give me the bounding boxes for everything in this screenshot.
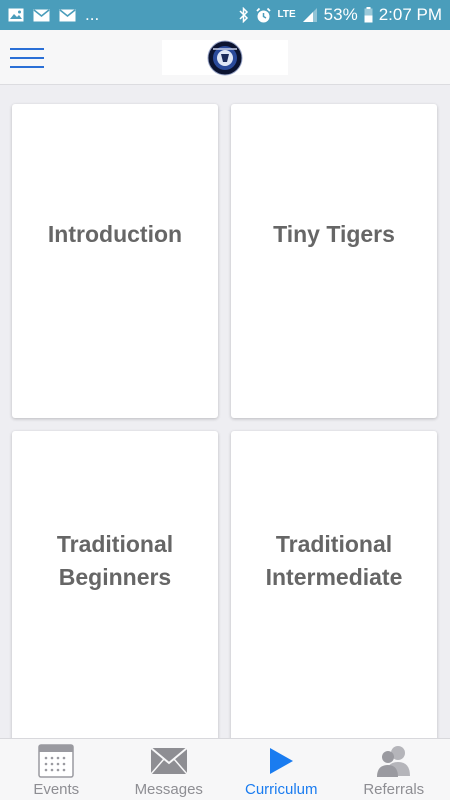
- bottom-tab-bar: Events Messages Curriculum Referrals: [0, 738, 450, 800]
- battery-percent: 53%: [323, 5, 358, 24]
- school-logo: [162, 40, 288, 75]
- tab-label: Messages: [134, 781, 203, 798]
- network-type: LTE: [278, 10, 296, 20]
- play-icon: [268, 743, 294, 779]
- network-label: LTE: [277, 9, 296, 20]
- card-label: Introduction: [47, 221, 183, 247]
- battery-icon: [364, 7, 373, 23]
- tab-referrals[interactable]: Referrals: [338, 739, 450, 800]
- hamburger-menu-icon[interactable]: [10, 44, 44, 70]
- tab-curriculum[interactable]: Curriculum: [225, 739, 338, 800]
- bluetooth-icon: [238, 7, 249, 23]
- tab-messages[interactable]: Messages: [113, 739, 226, 800]
- overflow-indicator: ...: [85, 5, 100, 24]
- envelope-icon: [150, 743, 188, 779]
- system-icons: LTE 53% 2:07 PM: [238, 5, 442, 25]
- curriculum-grid: Introduction Tiny Tigers Traditional Beg…: [0, 86, 450, 738]
- signal-icon: [302, 7, 318, 23]
- card-label: Traditional Beginners: [56, 531, 174, 590]
- tab-label: Events: [33, 781, 80, 798]
- app-header: [0, 30, 450, 85]
- mail-icon: [33, 8, 50, 22]
- image-icon: [8, 8, 24, 22]
- tab-label: Curriculum: [244, 781, 318, 798]
- people-icon: [376, 743, 412, 779]
- card-traditional-intermediate[interactable]: Traditional Intermediate: [231, 431, 437, 738]
- card-tiny-tigers[interactable]: Tiny Tigers: [231, 104, 437, 418]
- status-bar: ... LTE 53% 2:07 PM: [0, 0, 450, 30]
- clock: 2:07 PM: [378, 5, 442, 24]
- alarm-icon: [255, 7, 272, 24]
- mail-icon: [59, 8, 76, 22]
- card-label: Tiny Tigers: [273, 221, 395, 247]
- card-traditional-beginners[interactable]: Traditional Beginners: [12, 431, 218, 738]
- card-label: Traditional Intermediate: [265, 531, 403, 590]
- calendar-icon: [38, 743, 74, 779]
- notification-area: ...: [8, 5, 239, 25]
- tab-label: Referrals: [363, 781, 425, 798]
- tab-events[interactable]: Events: [0, 739, 113, 800]
- card-introduction[interactable]: Introduction: [12, 104, 218, 418]
